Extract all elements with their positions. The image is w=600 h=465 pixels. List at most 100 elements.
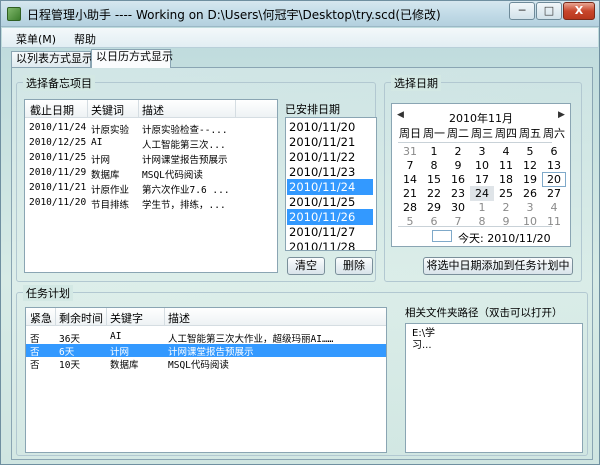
memo-keyword: 节目排练 [91,200,130,211]
app-icon [7,7,21,21]
calendar-day[interactable]: 21 [398,186,422,201]
select-memo-title: 选择备忘项目 [23,75,95,91]
scheduled-date-item[interactable]: 2010/11/27 [287,224,373,240]
col-task-keyword[interactable]: 关键字 [110,310,143,326]
calendar-day[interactable]: 20 [542,172,566,187]
col-description[interactable]: 描述 [142,102,164,118]
memo-desc: 计原实验检查--... [142,125,228,136]
calendar-day[interactable]: 1 [422,144,446,159]
file-path-box[interactable]: E:\学 习... [405,323,583,453]
task-row[interactable]: 否 36天 AI 人工智能第三次大作业，超级玛丽AI…… [26,331,386,345]
memo-row[interactable]: 2010/12/25 AI 人工智能第三次... [25,137,277,151]
calendar-day[interactable]: 6 [542,144,566,159]
calendar-day[interactable]: 15 [422,172,446,187]
memo-row[interactable]: 2010/11/20 节目排练 学生节，排练，... [25,197,277,211]
task-desc: 计网课堂报告预展示 [168,347,254,358]
calendar-day[interactable]: 8 [422,158,446,173]
scheduled-date-item[interactable]: 2010/11/22 [287,149,373,165]
scheduled-date-item[interactable]: 2010/11/20 [287,119,373,135]
calendar-day[interactable]: 16 [446,172,470,187]
calendar-day[interactable]: 2 [446,144,470,159]
calendar-day[interactable]: 27 [542,186,566,201]
calendar-day[interactable]: 24 [470,186,494,201]
calendar-day[interactable]: 29 [422,200,446,215]
scheduled-date-item[interactable]: 2010/11/28 [287,239,373,250]
col-remaining[interactable]: 剩余时间 [59,310,103,326]
calendar-month: 2010年11月 [449,112,513,125]
task-keyword: 数据库 [110,360,139,371]
calendar-day[interactable]: 9 [446,158,470,173]
task-desc: MSQL代码阅读 [168,360,229,371]
task-remaining: 6天 [59,347,75,358]
memo-row[interactable]: 2010/11/25 计网 计网课堂报告预展示 [25,152,277,166]
calendar-day[interactable]: 19 [518,172,542,187]
col-deadline[interactable]: 截止日期 [30,102,74,118]
memo-desc: 第六次作业7.6 ... [142,185,230,196]
memo-keyword: 计原实验 [91,125,130,136]
scheduled-date-item[interactable]: 2010/11/26 [287,209,373,225]
calendar-day[interactable]: 5 [518,144,542,159]
calendar-day[interactable]: 22 [422,186,446,201]
calendar-day[interactable]: 11 [494,158,518,173]
memo-row[interactable]: 2010/11/29 数据库 MSQL代码阅读 [25,167,277,181]
col-urgent[interactable]: 紧急 [30,310,52,326]
calendar-day[interactable]: 26 [518,186,542,201]
task-row[interactable]: 否 10天 数据库 MSQL代码阅读 [26,357,386,371]
calendar-day[interactable]: 2 [494,200,518,215]
task-row[interactable]: 否 6天 计网 计网课堂报告预展示 [26,344,386,358]
memo-keyword: 计原作业 [91,185,130,196]
calendar-day[interactable]: 13 [542,158,566,173]
calendar-weekday: 周六 [543,127,565,140]
task-list[interactable]: 紧急 剩余时间 关键字 描述 否 36天 AI 人工智能第三次大作业，超级玛丽A… [25,307,387,453]
calendar-day[interactable]: 28 [398,200,422,215]
calendar-day[interactable]: 4 [542,200,566,215]
calendar-day[interactable]: 3 [518,200,542,215]
tab-calendar-view[interactable]: 以日历方式显示 [91,49,173,68]
calendar-day[interactable]: 25 [494,186,518,201]
memo-list[interactable]: 截止日期 关键词 描述 2010/11/24 计原实验 计原实验检查--... … [24,99,278,273]
calendar-weekday: 周三 [471,127,493,140]
memo-list-header: 截止日期 关键词 描述 [25,100,277,118]
maximize-button[interactable]: □ [536,2,562,20]
select-date-title: 选择日期 [391,75,441,91]
memo-row[interactable]: 2010/11/21 计原作业 第六次作业7.6 ... [25,182,277,196]
scheduled-dates-list[interactable]: 2010/11/20 2010/11/21 2010/11/22 2010/11… [285,117,377,251]
scheduled-date-item[interactable]: 2010/11/23 [287,164,373,180]
minimize-button[interactable]: ─ [509,2,535,20]
memo-keyword: 计网 [91,155,111,166]
calendar-weekday: 周二 [447,127,469,140]
calendar-day[interactable]: 7 [398,158,422,173]
calendar-day[interactable]: 30 [446,200,470,215]
tab-list-view[interactable]: 以列表方式显示 [11,51,93,67]
calendar-day[interactable]: 10 [470,158,494,173]
next-month-icon[interactable]: ▶ [558,110,565,120]
calendar-day[interactable]: 3 [470,144,494,159]
memo-desc: 计网课堂报告预展示 [142,155,228,166]
today-label[interactable]: 今天: 2010/11/20 [458,230,551,246]
calendar-day[interactable]: 31 [398,144,422,159]
memo-date: 2010/11/24 [29,122,87,133]
close-button[interactable]: X [563,2,595,20]
calendar-day[interactable]: 4 [494,144,518,159]
calendar-day[interactable]: 14 [398,172,422,187]
title-bar[interactable]: 日程管理小助手 ---- Working on D:\Users\何冠宇\Des… [1,1,599,27]
calendar-day[interactable]: 1 [470,200,494,215]
task-urgent: 否 [30,360,40,371]
calendar-day[interactable]: 18 [494,172,518,187]
menu-item-help[interactable]: 帮助 [74,31,96,47]
memo-row[interactable]: 2010/11/24 计原实验 计原实验检查--... [25,122,277,136]
col-keyword[interactable]: 关键词 [91,102,124,118]
scheduled-date-item[interactable]: 2010/11/24 [287,179,373,195]
month-calendar[interactable]: ◀ 2010年11月 ▶ 周日 周一 周二 周三 周四 周五 周六 31 1 2 3 4 5 6 7 8 9 10… [391,103,571,247]
col-task-description[interactable]: 描述 [168,310,190,326]
calendar-weekday: 周日 [399,127,421,140]
scheduled-date-item[interactable]: 2010/11/25 [287,194,373,210]
calendar-day[interactable]: 23 [446,186,470,201]
delete-button[interactable]: 删除 [335,257,373,275]
scheduled-date-item[interactable]: 2010/11/21 [287,134,373,150]
clear-button[interactable]: 清空 [287,257,325,275]
add-to-task-button[interactable]: 将选中日期添加到任务计划中 [423,257,573,275]
calendar-day[interactable]: 12 [518,158,542,173]
calendar-day[interactable]: 17 [470,172,494,187]
menu-item-menu[interactable]: 菜单(M) [16,31,56,47]
